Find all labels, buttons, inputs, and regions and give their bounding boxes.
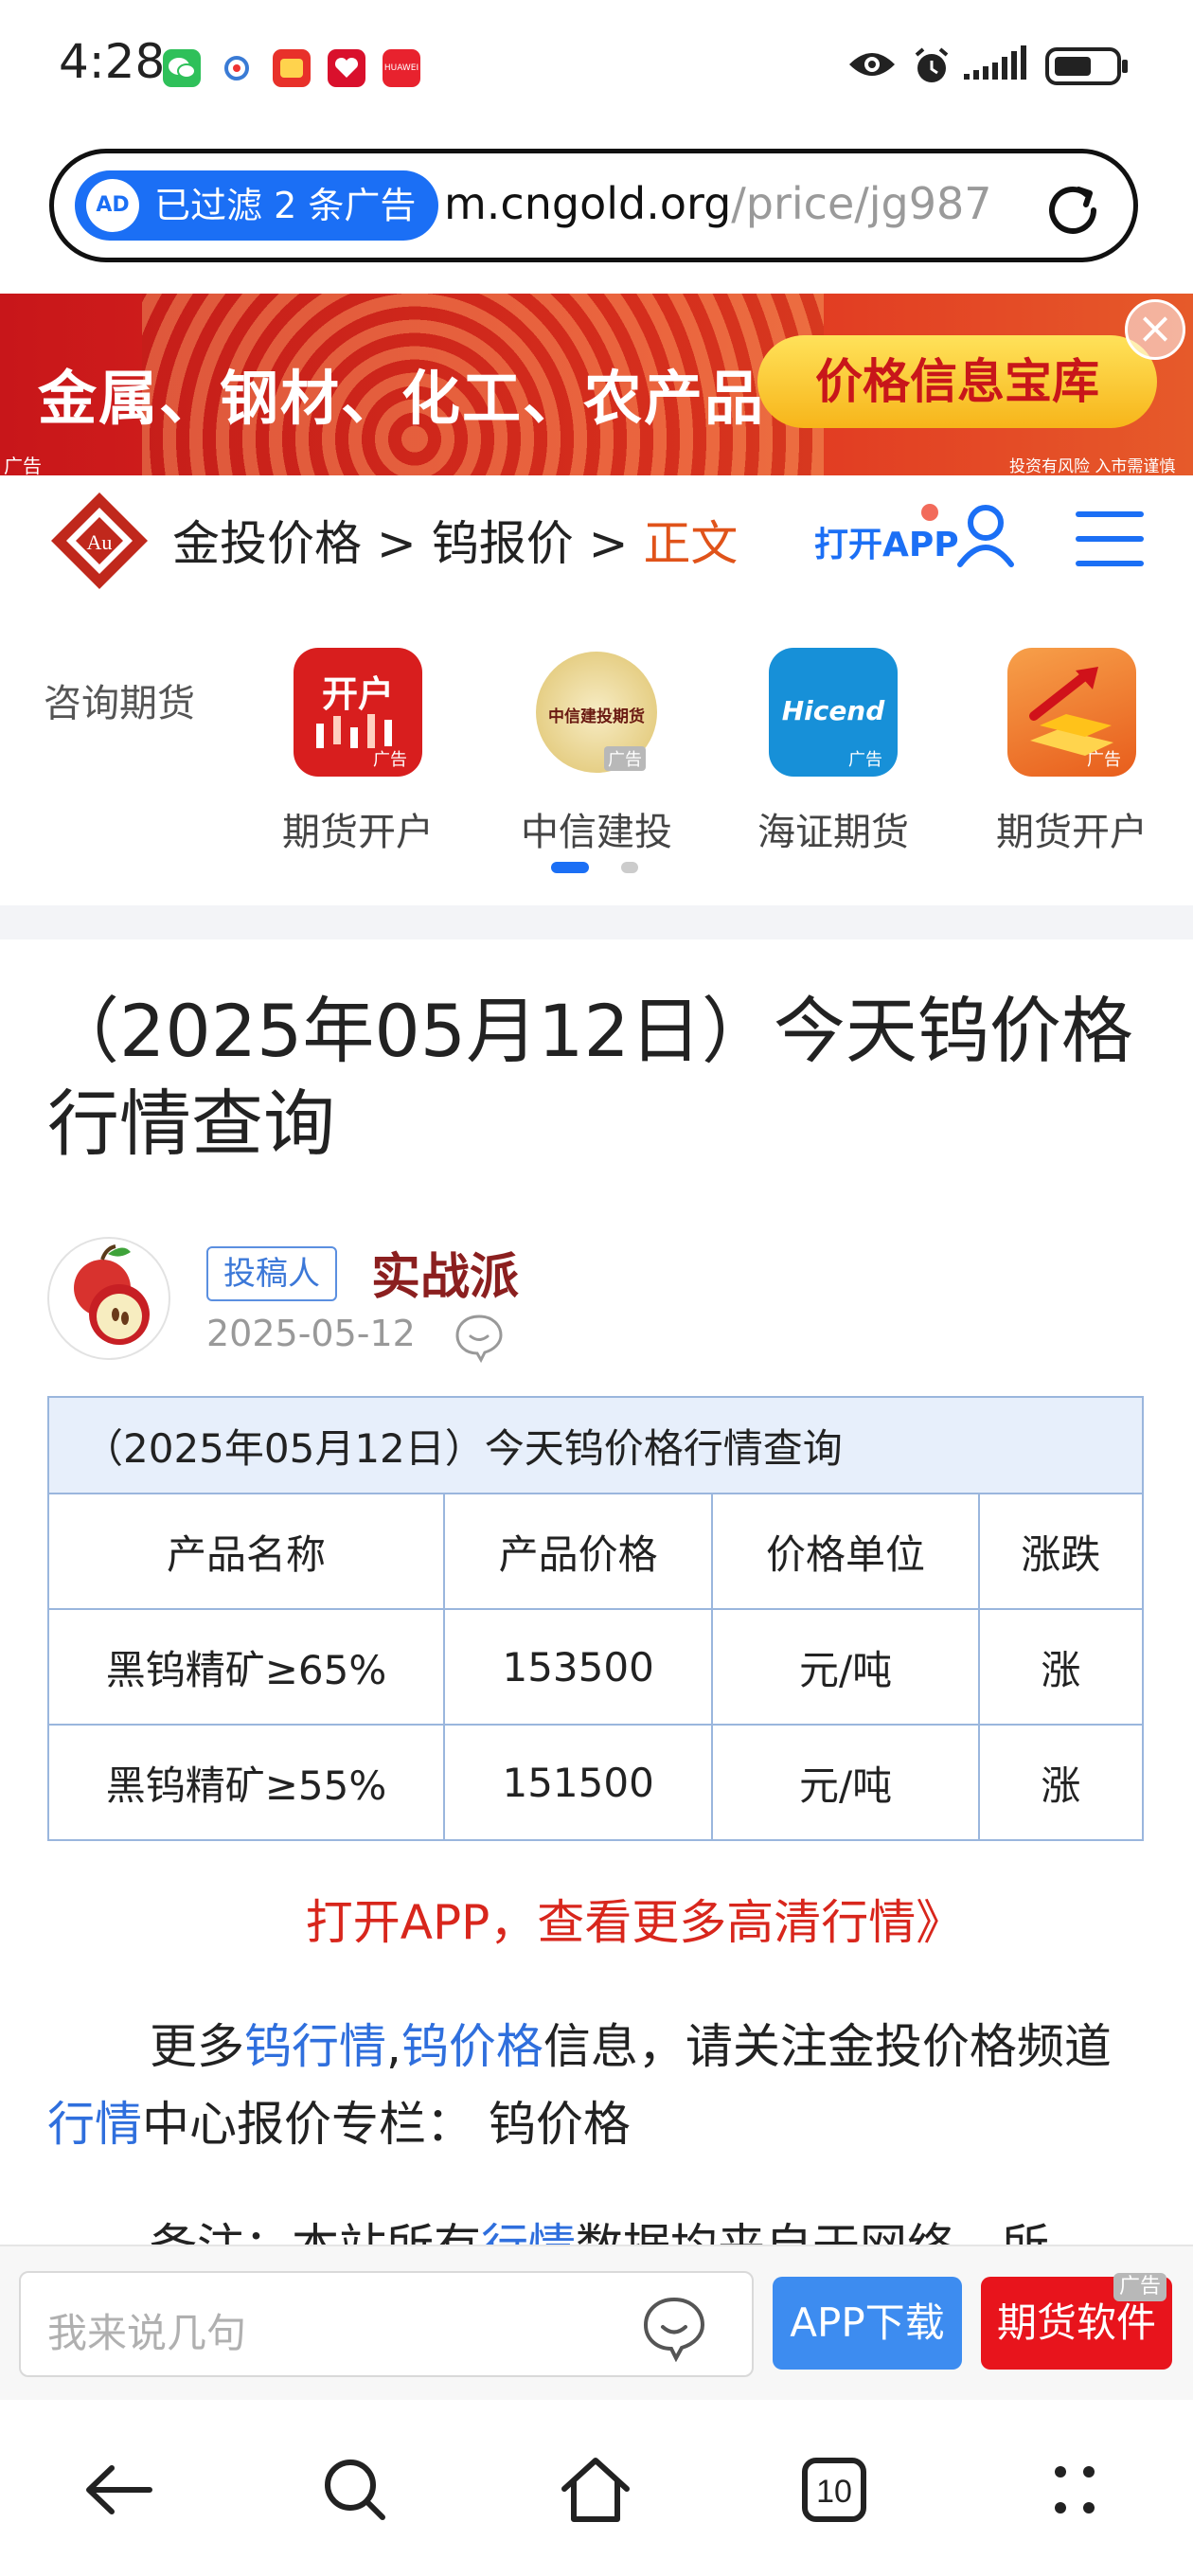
banner-risk-note: 投资有风险 入市需谨慎 [1009,457,1176,475]
futures-item-name: 期货开户 [996,811,1148,854]
futures-item-2[interactable]: Hicend 广告 海证期货 [729,648,937,856]
reload-icon[interactable] [1039,176,1107,244]
app-download-button[interactable]: APP下载 [773,2277,962,2370]
table-row: 黑钨精矿≥65% 153500 元/吨 涨 [47,1608,1145,1726]
open-app-button[interactable]: 打开APP [814,504,959,566]
publish-date: 2025-05-12 [206,1313,416,1354]
banner-close-icon[interactable]: × [1125,299,1185,360]
breadcrumb: 金投价格 > 钨报价 > 正文 [172,506,738,574]
article-paragraph: 更多钨行情,钨价格信息，请关注金投价格频道行情中心报价专栏： 钨价格 [47,2019,1112,2152]
market-link[interactable]: 行情 [481,2219,576,2246]
logo-text: Au [87,530,113,554]
citic-futures-icon: 中信建投期货 广告 [532,648,661,777]
url-path: /price/jg987 [731,178,992,229]
status-bar: 4:28 HUAWEI [0,0,1193,133]
site-logo[interactable]: Au [47,489,151,593]
search-icon[interactable] [312,2447,398,2532]
author-avatar[interactable] [47,1237,170,1360]
article-title: （2025年05月12日）今天钨价格行情查询 [47,989,1133,1166]
carousel-dot-active[interactable] [551,862,589,873]
article-note-paragraph: 备注：本站所有行情数据均来自于网络，所 [47,2209,1146,2246]
battery-icon [1045,45,1131,87]
breadcrumb-sep: > [376,516,417,571]
menu-icon[interactable] [1074,508,1146,570]
table-cell: 涨 [977,1608,1145,1726]
hicend-futures-icon: Hicend 广告 [769,648,898,777]
table-caption: （2025年05月12日）今天钨价格行情查询 [47,1396,1144,1494]
price-table: （2025年05月12日）今天钨价格行情查询 产品名称 产品价格 价格单位 涨跌… [47,1396,1145,1841]
breadcrumb-home[interactable]: 金投价格 [172,516,362,571]
futures-strip: 咨询期货 开户 广告 期货开户 中信建投期货 广告 中信建投 Hicend 广告… [0,600,1193,902]
table-cell: 黑钨精矿≥65% [47,1608,445,1726]
home-icon[interactable] [553,2447,638,2532]
ad-tag: 广告 [1113,2273,1166,2301]
banner-ad-tag: 广告 [4,455,42,475]
table-cell: 151500 [442,1724,714,1841]
alarm-icon [911,45,953,87]
futures-item-name: 期货开户 [282,811,434,854]
banner-button[interactable]: 价格信息宝库 [757,335,1157,428]
comment-input[interactable]: 我来说几句 [19,2271,754,2377]
open-app-cta-link[interactable]: 打开APP，查看更多高清行情》 [0,1885,1193,1953]
comment-placeholder: 我来说几句 [47,2310,247,2356]
user-icon[interactable] [954,502,1017,568]
url-text[interactable]: m.cngold.org/price/jg987 [444,178,1059,229]
pinduoduo-icon [328,49,365,87]
gold-bars-icon: 广告 [1007,648,1136,777]
tungsten-market-link[interactable]: 钨行情 [244,2019,386,2074]
tabs-icon[interactable]: 10 [792,2447,877,2532]
market-link[interactable]: 行情 [47,2097,142,2152]
eye-icon [846,45,898,83]
table-header: 价格单位 [711,1493,980,1610]
address-bar[interactable]: AD 已过滤 2 条广告 m.cngold.org/price/jg987 [49,149,1138,262]
table-cell: 元/吨 [711,1608,980,1726]
futures-open-account-icon: 开户 广告 [294,648,422,777]
browser-nav-bar: 10 [0,2400,1193,2576]
back-icon[interactable] [76,2447,161,2532]
notification-dot [920,504,938,521]
section-divider [0,905,1193,939]
futures-item-name: 海证期货 [757,811,909,854]
table-cell: 元/吨 [711,1724,980,1841]
author-name[interactable]: 实战派 [371,1237,519,1308]
huawei-icon: HUAWEI [383,49,420,87]
status-time: 4:28 [59,34,166,89]
carousel-dot[interactable] [621,862,638,873]
futures-software-button[interactable]: 期货软件 广告 [981,2273,1172,2370]
ad-filter-text: 已过滤 2 条广告 [154,185,417,226]
meituan-icon [273,49,311,87]
table-header: 涨跌 [977,1493,1145,1610]
futures-item-3[interactable]: 广告 期货开户 [968,648,1176,856]
author-role-badge: 投稿人 [206,1246,337,1301]
tab-count: 10 [816,2474,852,2510]
tungsten-price-link[interactable]: 钨价格 [401,2019,543,2074]
comment-icon[interactable] [453,1311,506,1364]
signal-icon [964,45,1036,83]
futures-item-0[interactable]: 开户 广告 期货开户 [254,648,462,856]
ad-filter-badge[interactable]: AD 已过滤 2 条广告 [75,170,439,241]
site-header: Au 金投价格 > 钨报价 > 正文 打开APP [0,475,1193,602]
table-header: 产品价格 [442,1493,714,1610]
ad-block-icon: AD [86,179,139,232]
table-header-row: 产品名称 产品价格 价格单位 涨跌 [47,1493,1145,1610]
comment-bar: 我来说几句 APP下载 期货软件 广告 [0,2245,1193,2402]
wechat-icon [163,49,201,87]
table-cell: 黑钨精矿≥55% [47,1724,445,1841]
table-header: 产品名称 [47,1493,445,1610]
table-cell: 153500 [442,1608,714,1726]
banner-headline: 金属、钢材、化工、农产品 [38,364,766,433]
breadcrumb-current: 正文 [643,516,739,571]
futures-strip-label: 咨询期货 [44,682,195,725]
emoji-icon[interactable] [640,2294,708,2363]
table-cell: 涨 [977,1724,1145,1841]
breadcrumb-category[interactable]: 钨报价 [432,516,574,571]
futures-item-1[interactable]: 中信建投期货 广告 中信建投 [492,648,701,856]
table-row: 黑钨精矿≥55% 151500 元/吨 涨 [47,1724,1145,1841]
breadcrumb-sep: > [588,516,629,571]
futures-item-name: 中信建投 [521,811,672,854]
banner-ad[interactable]: 金属、钢材、化工、农产品 价格信息宝库 广告 投资有风险 入市需谨慎 [0,294,1193,475]
url-host: m.cngold.org [444,178,732,229]
more-icon[interactable] [1032,2447,1117,2532]
weibo-icon [218,49,256,87]
